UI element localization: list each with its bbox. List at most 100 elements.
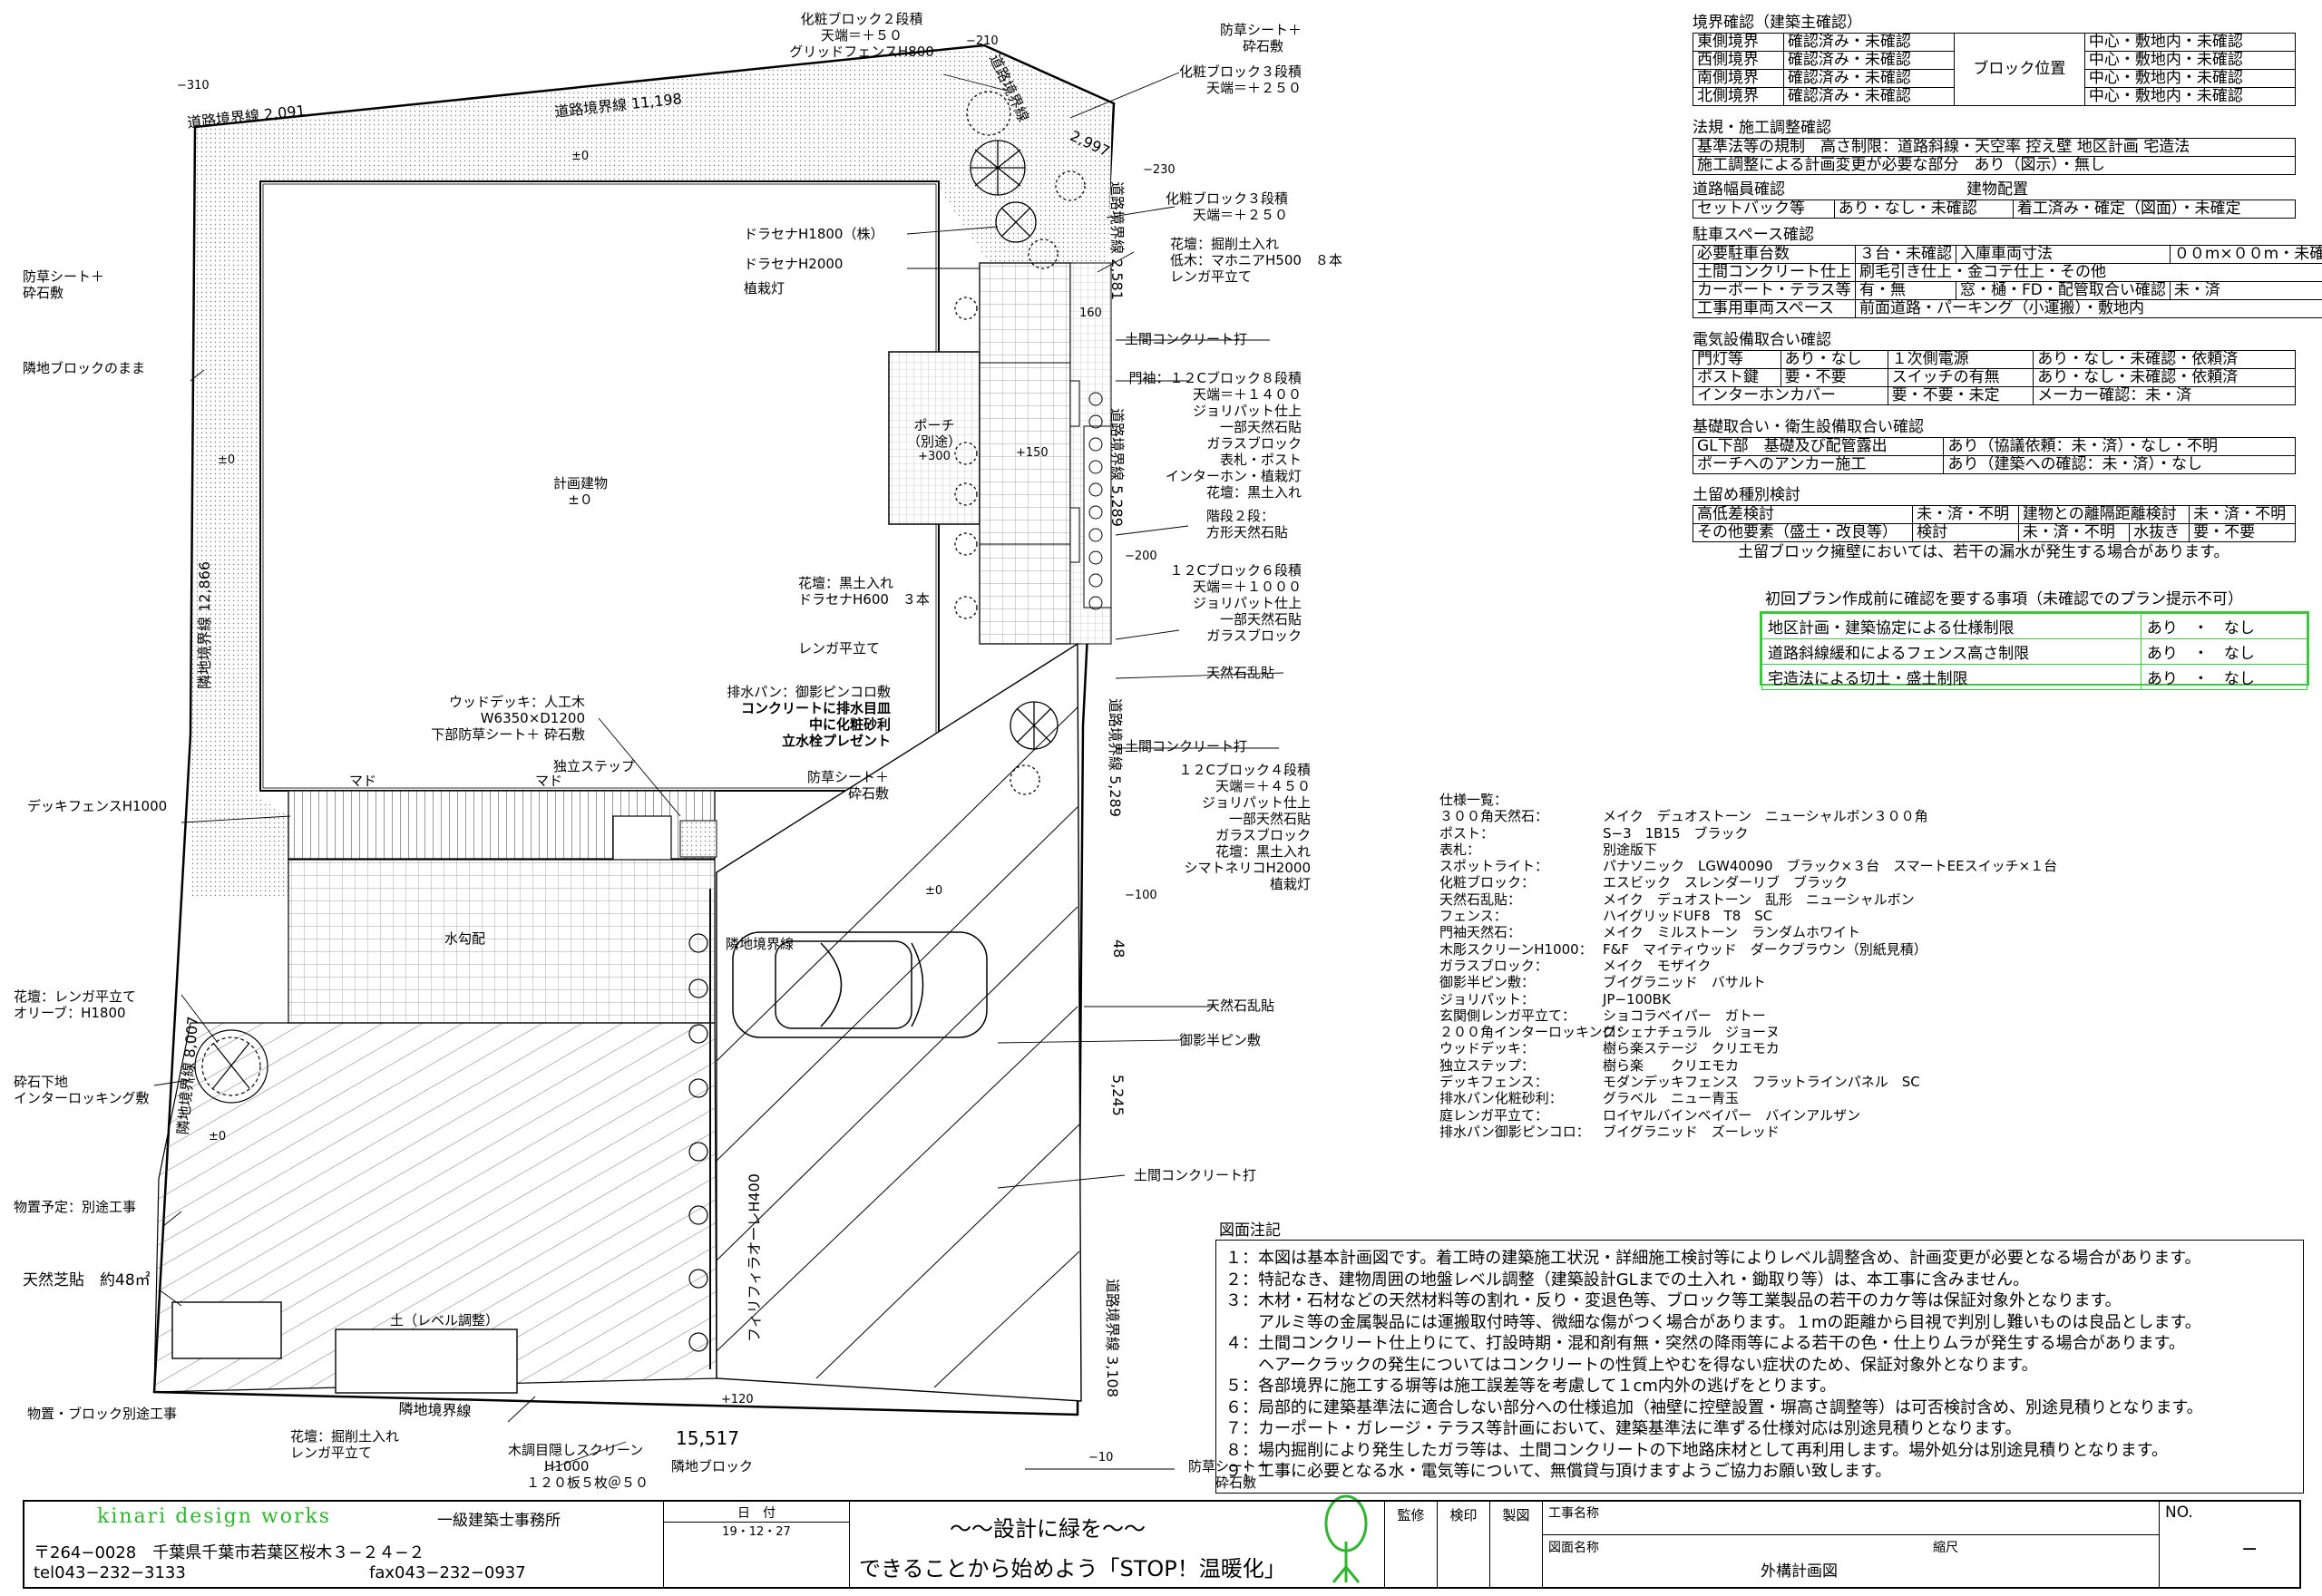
callout-weed-sheet-top: 防草シート＋ 砕石敷 [1220, 22, 1302, 54]
spec-row: デッキフェンス： モダンデッキフェンス フラットラインパネル SC [1439, 1074, 2057, 1090]
drawing-name: 外構計画図 [1761, 1562, 1838, 1581]
parking-section: 駐車スペース確認 必要駐車台数３台・未確認入庫車両寸法００m×００m・未確認 土… [1693, 225, 2322, 318]
note-line: ヘアークラックの発生についてはコンクリートの性質上やむを得ない症状のため、保証対… [1225, 1355, 2038, 1375]
boundary-check-title: 境界確認（建築主確認） [1693, 14, 1862, 32]
callout-deck-fence: デッキフェンスH1000 [27, 798, 168, 814]
interlocking-paving [288, 859, 716, 1024]
callout-dracaena-2000: ドラセナH2000 [744, 256, 844, 272]
drawing-date: 19・12・27 [722, 1525, 791, 1539]
callout-step: 独立ステップ [553, 758, 636, 774]
callout-neighbor-block: 隣地ブロックのまま [23, 360, 146, 376]
company-name: kinari design works [97, 1505, 332, 1528]
spec-key: ポスト： [1439, 824, 1495, 842]
foundation-section: 基礎取合い・衛生設備取合い確認 GL下部 基礎及び配管露出 あり（協議依頼：未・済… [1692, 417, 2300, 474]
initial-check-table: 地区計画・建築協定による仕様制限 あり ・ なし 道路斜線緩和によるフェンス高さ制… [1760, 611, 2309, 690]
spec-value: ブイグラニッド バサルト [1603, 974, 1766, 991]
notes-title: 図面注記 [1219, 1221, 1281, 1240]
spec-row: スポットライト： パナソニック LGW40090 ブラック×３台 スマートEEスイ… [1439, 858, 2057, 874]
callout-natural-stone-2: 天然石乱貼 [1206, 998, 1275, 1014]
spec-key: ガラスブロック： [1439, 957, 1548, 974]
company-address: 〒264−0028 千葉県千葉市若葉区桜木３−２４−２ [34, 1543, 425, 1562]
spec-value: エスビック スレンダーリブ ブラック [1603, 874, 1849, 891]
spec-key: ２００角インターロッキング： [1439, 1024, 1630, 1041]
spec-row: フェンス： ハイグリッドUF8 T8 SC [1439, 908, 2057, 924]
road-right-dim-4: 48 [1110, 939, 1127, 959]
title-block: kinari design works 一級建築士事務所 〒264−0028 千… [23, 1500, 2301, 1589]
spec-key: スポットライト： [1439, 858, 1549, 875]
spec-row: ３００角天然石： メイク デュオストーン ニューシャルボン３００角 [1439, 808, 2057, 824]
callout-granite: 御影半ピン敷 [1179, 1032, 1262, 1048]
level-310: −310 [177, 79, 210, 92]
spec-value: グラベル ニュー青玉 [1603, 1090, 1740, 1107]
callout-drain-pan: 排水パン：御影ピンコロ敷 コンクリートに排水目皿 中に化粧砂利 立水栓プレゼント [727, 684, 891, 749]
boundary-check-table: 東側境界 確認済み・未確認 ブロック位置 中心・敷地内・未確認 西側境界 確認済み・未確… [1693, 33, 2297, 106]
spec-key: 表札： [1439, 841, 1481, 858]
callout-steps: 階段２段： 方形天然石貼 [1206, 508, 1289, 540]
note-line: ５：各部境界に施工する塀等は施工誤差等を考慮して１cm内外の逃げをとります。 [1225, 1377, 1837, 1396]
level-0a: ±0 [571, 150, 590, 163]
spec-row: ポスト： S−3 1B15 ブラック [1439, 825, 2057, 842]
callout-block-3a: 化粧ブロック３段積 天端＝＋２５０ [1179, 63, 1302, 96]
spec-value: ロイヤルバインベイパー バインアルザン [1603, 1106, 1861, 1124]
callout-slope: 水勾配 [444, 930, 486, 947]
note-line: ４：土間コンクリート仕上りにて、打設時期・混和剤有無・突然の降雨等による若干の色… [1225, 1334, 2185, 1353]
note-line: １：本図は基本計画図です。着工時の建築施工状況・詳細施工検討等によりレベル調整含… [1225, 1249, 2201, 1268]
note-line: アルミ等の金属製品には運搬取付時等、微細な傷がつく場合があります。１mの距離から… [1225, 1312, 2201, 1332]
spec-row: 排水パン化粧砂利： グラベル ニュー青玉 [1439, 1090, 2057, 1106]
retaining-section: 土留め種別検討 高低差検討 未・済・不明 建物との離隔距離検討 未・済・不明 その他要… [1692, 485, 2300, 562]
spec-row: 表札： 別途版下 [1439, 842, 2057, 858]
electric-section: 電気設備取合い確認 門灯等 あり・なし １次側電源 あり・なし・未確認・依頼済 ポスト… [1693, 330, 2300, 405]
hedge-fence-label: フィリフィラオーレH400 [746, 1173, 763, 1342]
spec-row: 庭レンガ平立て： ロイヤルバインベイパー バインアルザン [1439, 1107, 2057, 1124]
level-230: −230 [1143, 163, 1176, 177]
spec-row: 玄関側レンガ平立て： ショコラベイパー ガトー [1439, 1007, 2057, 1024]
callout-block-4: １２Cブロック４段積 天端＝＋４５０ ジョリパット仕上 一部天然石貼 ガラスブロック 花壇… [1178, 762, 1311, 892]
callout-block-6: １２Cブロック６段積 天端＝＋１０００ ジョリパット仕上 一部天然石貼 ガラスブロック [1169, 562, 1302, 644]
spec-key: ３００角天然石： [1439, 808, 1549, 825]
window-label-1: マド [349, 773, 377, 789]
callout-interlocking: 砕石下地 インターロッキング敷 [14, 1074, 150, 1106]
callout-screen: 木調目隠しスクリーン H1000 １２０板５枚＠５０ [508, 1442, 649, 1491]
spec-row: ２００角インターロッキング： ロシェナチュラル ジョーヌ [1439, 1024, 2057, 1040]
spec-value: メイク デュオストーン 乱形 ニューシャルボン [1603, 890, 1915, 908]
date-cell: 日 付 19・12・27 [664, 1502, 850, 1587]
spec-key: ウッドデッキ： [1439, 1040, 1536, 1057]
spec-row: 化粧ブロック： エスビック スレンダーリブ ブラック [1439, 874, 2057, 890]
spec-key: ジョリパット： [1439, 990, 1536, 1007]
callout-storage-planned: 物置予定：別途工事 [14, 1199, 137, 1215]
callout-lawn: 天然芝貼 約48㎡ [23, 1271, 151, 1289]
spec-key: 排水パン化粧砂利： [1439, 1090, 1563, 1107]
drawing-notes: １：本図は基本計画図です。着工時の建築施工状況・詳細施工検討等によりレベル調整含… [1215, 1240, 2304, 1494]
spec-key: 木彫スクリーンH1000： [1439, 940, 1593, 958]
callout-olive: 花壇：レンガ平立て オリーブ：H1800 [14, 988, 137, 1021]
note-line: ６：局部的に建築基準法に適合しない部分への仕様追加（袖壁に控壁設置・塀高さ調整等… [1225, 1397, 2203, 1417]
boundary-left-dim: 隣地境界線 12,866 [196, 560, 213, 689]
note-line: ９：工事に必要となる水・電気等について、無償貸与頂けますようご協力お願い致します… [1225, 1462, 1892, 1481]
level-160: 160 [1079, 307, 1102, 320]
spec-row: 木彫スクリーンH1000： F&F マイティウッド ダークブラウン（別紙見積） [1439, 941, 2057, 958]
spec-value: ブイグラニッド ズーレッド [1603, 1123, 1780, 1140]
spec-key: 排水パン御影ピンコロ： [1439, 1123, 1590, 1140]
level-100: −100 [1125, 889, 1157, 902]
level-200: −200 [1125, 550, 1157, 563]
spec-value: メイク モザイク [1603, 957, 1712, 974]
spec-key: 庭レンガ平立て： [1439, 1106, 1549, 1124]
callout-natural-stone-1: 天然石乱貼 [1206, 665, 1275, 681]
callout-wood-deck: ウッドデッキ：人工木 W6350×D1200 下部防草シート＋ 砕石敷 [431, 694, 585, 743]
spec-value: モダンデッキフェンス フラットラインパネル SC [1603, 1074, 1920, 1091]
spec-row: 門袖天然石： メイク ミルストーン ランダムホワイト [1439, 924, 2057, 940]
spec-row: 天然石乱貼： メイク デュオストーン 乱形 ニューシャルボン [1439, 891, 2057, 908]
spec-key: 化粧ブロック： [1439, 874, 1536, 891]
boundary-bottom-label: 隣地境界線 [398, 1399, 472, 1420]
porch-label: ポーチ （別途） +300 [906, 417, 961, 463]
spec-value: 樹ら楽 クリエモカ [1603, 1056, 1740, 1074]
project-cell: 工事名称 図面名称 縮尺 外構計画図 [1543, 1502, 2160, 1587]
note-line: ８：場内掘削により発生したガラ等は、土間コンクリートの下地路床材として再利用しま… [1225, 1440, 2168, 1460]
spec-key: 独立ステップ： [1439, 1056, 1536, 1074]
spec-key: 天然石乱貼： [1439, 890, 1522, 908]
spec-value: JP−100BK [1603, 990, 1671, 1007]
level-10: −10 [1088, 1451, 1114, 1465]
boundary-check-section: 境界確認（建築主確認） 東側境界 確認済み・未確認 ブロック位置 中心・敷地内・未確認… [1693, 13, 2300, 106]
boundary-bottom-dim: 15,517 [676, 1427, 739, 1449]
window-label-2: マド [535, 773, 563, 789]
